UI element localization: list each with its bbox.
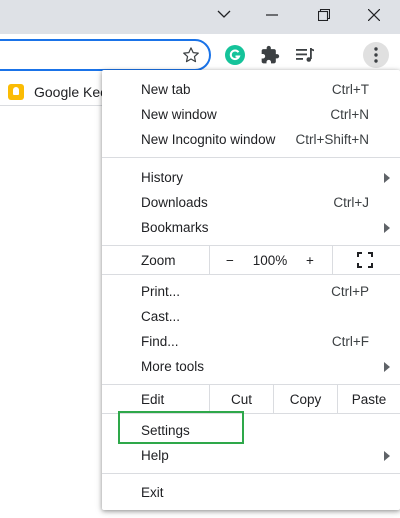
paste-label: Paste — [351, 391, 387, 407]
bookmark-star-icon[interactable] — [179, 43, 203, 67]
menu-divider — [102, 274, 400, 275]
grammarly-extension-icon[interactable] — [223, 43, 247, 67]
menu-item-history[interactable]: History — [102, 165, 400, 190]
menu-item-label: More tools — [141, 359, 205, 374]
menu-item-shortcut: Ctrl+Shift+N — [295, 132, 369, 147]
menu-item-label: Print... — [141, 284, 181, 299]
menu-item-shortcut: Ctrl+F — [331, 334, 369, 349]
menu-item-find[interactable]: Find... Ctrl+F — [102, 329, 400, 354]
chrome-menu: New tab Ctrl+T New window Ctrl+N New Inc… — [102, 70, 400, 510]
menu-item-more-tools[interactable]: More tools — [102, 354, 400, 379]
menu-item-label: Exit — [141, 485, 164, 500]
submenu-arrow-icon — [384, 361, 390, 372]
menu-item-shortcut: Ctrl+J — [333, 195, 369, 210]
cut-button[interactable]: Cut — [209, 385, 273, 413]
menu-divider — [102, 473, 400, 474]
menu-item-label: New window — [141, 107, 217, 122]
menu-item-label: New tab — [141, 82, 191, 97]
menu-item-new-window[interactable]: New window Ctrl+N — [102, 102, 400, 127]
menu-item-shortcut: Ctrl+T — [331, 82, 369, 97]
paste-button[interactable]: Paste — [337, 385, 400, 413]
menu-item-print[interactable]: Print... Ctrl+P — [102, 279, 400, 304]
media-controls-icon[interactable] — [293, 43, 317, 67]
minus-icon: − — [226, 252, 234, 268]
copy-label: Copy — [289, 391, 322, 407]
google-keep-icon — [8, 84, 24, 100]
cut-label: Cut — [230, 391, 252, 407]
menu-item-shortcut: Ctrl+N — [330, 107, 369, 122]
restore-button[interactable] — [298, 0, 350, 30]
zoom-label: Zoom — [141, 253, 176, 268]
menu-item-new-incognito-window[interactable]: New Incognito window Ctrl+Shift+N — [102, 127, 400, 152]
plus-icon: + — [306, 252, 314, 268]
menu-divider — [102, 157, 400, 158]
extensions-puzzle-icon[interactable] — [258, 43, 282, 67]
address-bar[interactable] — [0, 39, 211, 71]
close-icon — [368, 9, 380, 21]
bookmark-google-keep[interactable]: Google Kee — [8, 81, 108, 103]
menu-item-new-tab[interactable]: New tab Ctrl+T — [102, 77, 400, 102]
minimize-window-button[interactable] — [246, 0, 298, 30]
bookmark-label: Google Kee — [34, 84, 108, 100]
edit-row: Edit Cut Copy Paste — [102, 385, 400, 413]
copy-button[interactable]: Copy — [273, 385, 337, 413]
zoom-in-button[interactable]: + — [300, 246, 320, 274]
minimize-button[interactable] — [198, 0, 250, 30]
submenu-arrow-icon — [384, 172, 390, 183]
submenu-arrow-icon — [384, 450, 390, 461]
menu-item-help[interactable]: Help — [102, 443, 400, 468]
zoom-out-button[interactable]: − — [220, 246, 240, 274]
edit-label: Edit — [141, 392, 165, 407]
zoom-level: 100% — [246, 246, 294, 274]
zoom-row: Zoom − 100% + — [102, 246, 400, 274]
menu-item-label: Find... — [141, 334, 179, 349]
settings-highlight-box — [118, 411, 244, 444]
menu-item-label: Bookmarks — [141, 220, 209, 235]
fullscreen-icon — [357, 252, 373, 268]
zoom-level-value: 100% — [252, 252, 288, 268]
menu-item-exit[interactable]: Exit — [102, 480, 400, 505]
title-bar — [0, 0, 400, 34]
chrome-menu-button[interactable] — [363, 42, 389, 68]
menu-item-label: Downloads — [141, 195, 208, 210]
menu-item-bookmarks[interactable]: Bookmarks — [102, 215, 400, 240]
chevron-down-icon — [217, 6, 231, 24]
submenu-arrow-icon — [384, 222, 390, 233]
menu-item-cast[interactable]: Cast... — [102, 304, 400, 329]
menu-item-label: New Incognito window — [141, 132, 276, 147]
restore-icon — [318, 9, 330, 21]
kebab-menu-icon — [374, 47, 378, 63]
menu-item-shortcut: Ctrl+P — [331, 284, 369, 299]
menu-item-label: History — [141, 170, 184, 185]
menu-item-downloads[interactable]: Downloads Ctrl+J — [102, 190, 400, 215]
minimize-icon — [266, 14, 278, 16]
menu-item-label: Cast... — [141, 309, 181, 324]
fullscreen-button[interactable] — [354, 246, 376, 274]
close-button[interactable] — [348, 0, 400, 30]
menu-item-label: Help — [141, 448, 169, 463]
